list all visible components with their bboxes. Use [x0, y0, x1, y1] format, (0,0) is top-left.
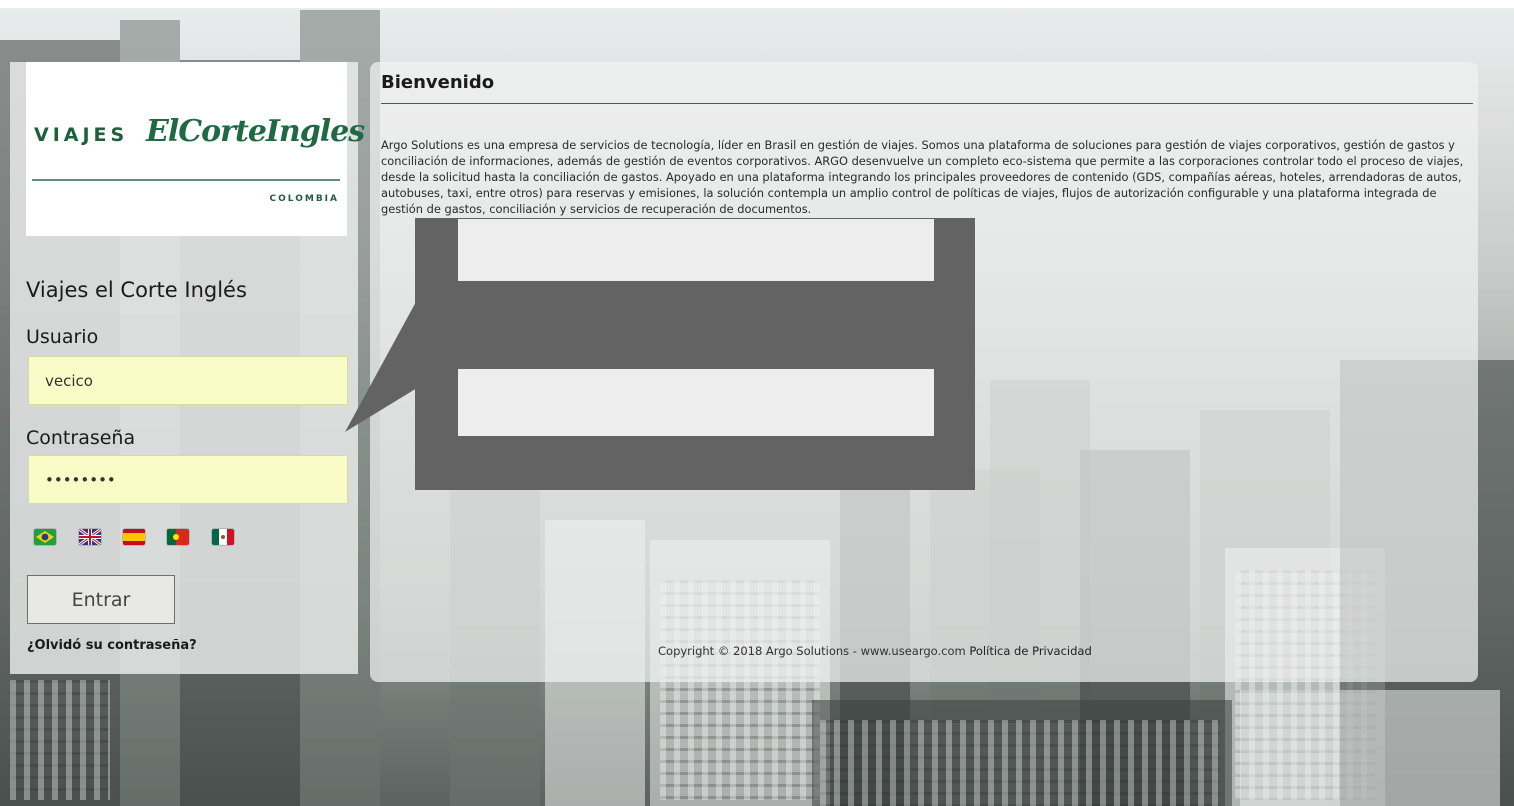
spain-flag-icon[interactable] [123, 529, 145, 545]
welcome-title: Bienvenido [381, 72, 495, 93]
contrasena-input[interactable] [28, 455, 348, 504]
contrasena-label: Contraseña [26, 427, 136, 449]
copyright-footer: Copyright © 2018 Argo Solutions - www.us… [658, 644, 1092, 658]
uk-flag-icon[interactable] [79, 529, 101, 545]
brazil-flag-icon[interactable] [34, 529, 56, 545]
redacted-box-top [458, 219, 934, 281]
logo-colombia-text: COLOMBIA [269, 194, 339, 204]
logo-el-corte-ingles: ElCorteIngles [146, 114, 365, 149]
logo-divider [32, 179, 340, 181]
redacted-box-bottom [458, 369, 934, 436]
welcome-description: Argo Solutions es una empresa de servici… [381, 138, 1464, 216]
mexico-flag-icon[interactable] [212, 529, 234, 545]
brand-logo: VIAJES ElCorteIngles COLOMBIA [26, 62, 365, 236]
privacy-policy-link[interactable]: Política de Privacidad [969, 644, 1091, 658]
top-strip [0, 0, 1514, 8]
login-page: VIAJES ElCorteIngles COLOMBIA Viajes el … [0, 0, 1514, 806]
usuario-label: Usuario [26, 326, 99, 348]
welcome-divider [381, 103, 1473, 104]
usuario-input[interactable] [28, 356, 348, 405]
login-heading: Viajes el Corte Inglés [26, 278, 247, 302]
portugal-flag-icon[interactable] [167, 529, 189, 545]
logo-viajes-text: VIAJES [34, 124, 129, 146]
entrar-button[interactable]: Entrar [27, 575, 175, 624]
copyright-text: Copyright © 2018 Argo Solutions - www.us… [658, 644, 966, 658]
forgot-password-link[interactable]: ¿Olvidó su contraseña? [27, 638, 197, 653]
